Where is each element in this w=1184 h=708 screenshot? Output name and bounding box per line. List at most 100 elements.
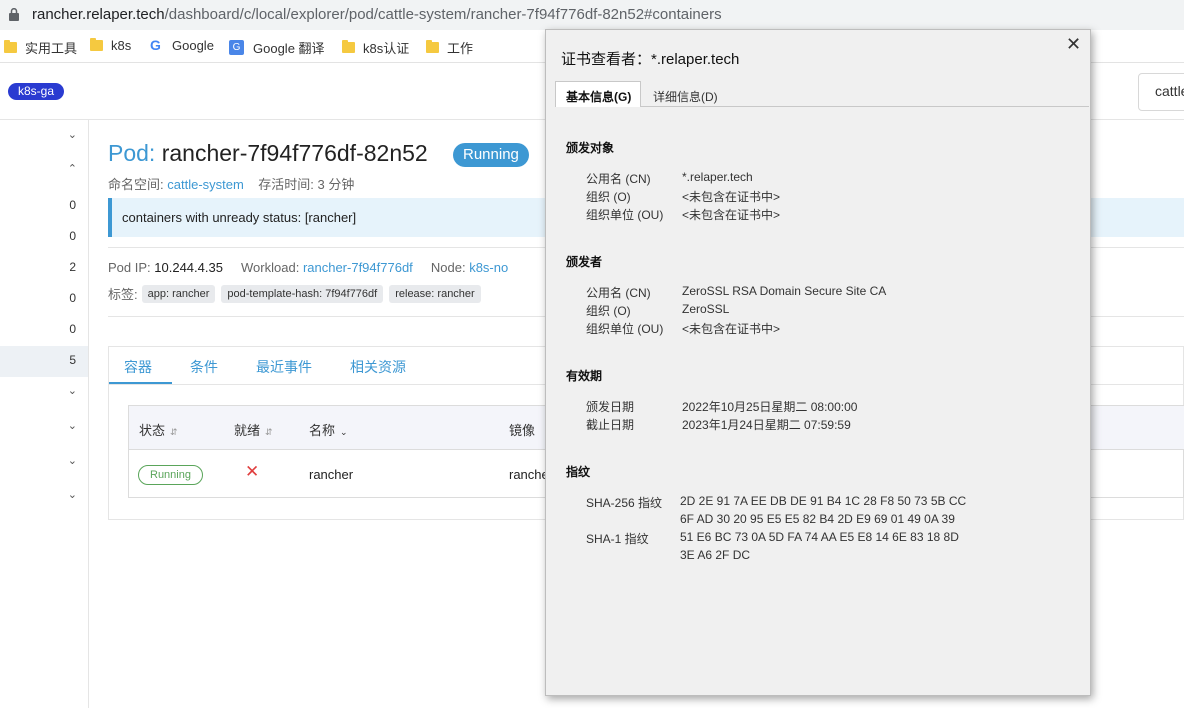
bookmark-label: Google — [172, 38, 214, 53]
column-header-status[interactable]: 状态 ⇵ — [139, 420, 178, 439]
divider — [641, 106, 1089, 107]
sidebar-item[interactable]: 0 — [0, 191, 88, 222]
field-value: 2023年1月24日星期二 07:59:59 — [682, 418, 851, 432]
bookmark-tools[interactable]: 实用工具 — [4, 38, 77, 57]
bookmark-google-translate[interactable]: G Google 翻译 — [229, 38, 325, 57]
chevron-down-icon: ⌄ — [67, 455, 77, 467]
pod-labels: 标签: app: rancher pod-template-hash: 7f94f7… — [108, 284, 487, 303]
page-title-prefix[interactable]: Pod: — [108, 140, 155, 166]
container-name: rancher — [309, 467, 354, 482]
label-chip: pod-template-hash: 7f94f776df — [221, 284, 384, 303]
field-value: 51 E6 BC 73 0A 5D FA 74 AA E5 E8 14 6E 8… — [680, 530, 959, 544]
sidebar-item[interactable]: 0 — [0, 284, 88, 315]
node-link[interactable]: k8s-no — [469, 260, 508, 275]
sidebar-group[interactable]: ⌄ — [0, 378, 88, 409]
sidebar-group[interactable]: ⌃ — [0, 156, 88, 187]
chevron-down-icon: ⌄ — [67, 129, 77, 141]
pod-meta: 命名空间: cattle-system 存活时间: 3 分钟 — [108, 174, 354, 193]
label-chip: app: rancher — [141, 284, 216, 303]
certificate-viewer-dialog — [545, 29, 1091, 696]
field-label: SHA-1 指纹 — [586, 532, 649, 546]
sidebar-item-active[interactable]: 5 — [0, 346, 88, 377]
sidebar-count: 2 — [69, 260, 76, 274]
ip-value: 10.244.4.35 — [154, 260, 223, 275]
folder-icon — [342, 40, 355, 53]
bookmark-label: 实用工具 — [25, 41, 78, 56]
fingerprint-heading: 指纹 — [566, 465, 591, 479]
field-label: 公用名 (CN) — [586, 286, 651, 300]
sidebar-item[interactable]: 0 — [0, 222, 88, 253]
field-value: <未包含在证书中> — [682, 322, 781, 336]
dialog-title: 证书查看者：*.relaper.tech — [561, 51, 740, 68]
folder-icon — [90, 38, 103, 51]
url-text[interactable]: rancher.relaper.tech/dashboard/c/local/e… — [32, 6, 722, 23]
chevron-up-icon: ⌃ — [67, 163, 77, 175]
bookmark-label: Google 翻译 — [253, 41, 325, 56]
bookmark-label: k8s — [111, 38, 132, 53]
sidebar-item[interactable]: 2 — [0, 253, 88, 284]
field-value: 2022年10月25日星期二 08:00:00 — [682, 400, 858, 414]
field-value: <未包含在证书中> — [682, 190, 781, 204]
sidebar-group[interactable]: ⌄ — [0, 448, 88, 479]
not-ready-icon: ✕ — [245, 462, 260, 481]
url-host: rancher.relaper.tech — [32, 6, 165, 23]
page-title: Pod: rancher-7f94f776df-82n52 — [108, 140, 428, 167]
column-header-ready[interactable]: 就绪 ⇵ — [234, 420, 273, 439]
tab-containers[interactable]: 容器 — [124, 357, 152, 377]
column-label: 名称 — [309, 423, 336, 438]
workload-link[interactable]: rancher-7f94f776df — [303, 260, 413, 275]
column-label: 就绪 — [234, 423, 261, 438]
sidebar-group[interactable]: ⌄ — [0, 482, 88, 513]
sort-down-icon: ⌄ — [340, 427, 348, 437]
close-icon[interactable]: ✕ — [1066, 34, 1081, 55]
subject-heading: 颁发对象 — [566, 141, 615, 155]
bookmark-label: 工作 — [447, 41, 474, 56]
tab-related-resources[interactable]: 相关资源 — [350, 357, 406, 377]
field-value: ZeroSSL — [682, 302, 730, 316]
tab-details[interactable]: 详细信息(D) — [653, 88, 718, 105]
chevron-down-icon: ⌄ — [67, 385, 77, 397]
field-label: 截止日期 — [586, 418, 635, 432]
tab-conditions[interactable]: 条件 — [190, 357, 218, 377]
labels-label: 标签: — [108, 287, 138, 302]
active-tab-indicator — [109, 382, 172, 384]
field-value: 6F AD 30 20 95 E5 E5 82 B4 2D E9 69 01 4… — [680, 512, 955, 526]
banner-text: containers with unready status: [rancher… — [122, 210, 357, 225]
tab-general-label: 基本信息(G) — [566, 90, 632, 104]
chevron-down-icon: ⌄ — [67, 489, 77, 501]
column-header-name[interactable]: 名称 ⌄ — [309, 420, 348, 439]
folder-icon — [426, 40, 439, 53]
field-label: 组织 (O) — [586, 304, 631, 318]
field-value: 3E A6 2F DC — [680, 548, 751, 562]
sidebar-count: 0 — [69, 291, 76, 305]
workload-label: Workload: — [241, 260, 300, 275]
url-path: /dashboard/c/local/explorer/pod/cattle-s… — [164, 6, 722, 23]
bookmark-k8s[interactable]: k8s — [90, 38, 131, 53]
tab-recent-events[interactable]: 最近事件 — [256, 357, 312, 377]
ip-label: Pod IP: — [108, 260, 151, 275]
namespace-link[interactable]: cattle-system — [167, 177, 244, 192]
sidebar-group[interactable]: ⌄ — [0, 413, 88, 444]
sidebar-group[interactable]: ⌄ — [0, 122, 88, 153]
sidebar-count: 5 — [69, 353, 76, 367]
field-label: SHA-256 指纹 — [586, 496, 663, 510]
namespace-label: 命名空间: — [108, 177, 164, 192]
folder-icon — [4, 40, 17, 53]
column-label: 镜像 — [509, 423, 536, 438]
status-badge: Running — [453, 143, 529, 167]
bookmark-work[interactable]: 工作 — [426, 38, 473, 57]
cluster-badge[interactable]: k8s-ga — [8, 83, 65, 100]
field-label: 组织单位 (OU) — [586, 208, 664, 222]
field-value: *.relaper.tech — [682, 170, 753, 184]
sidebar-count: 0 — [69, 229, 76, 243]
google-translate-icon: G — [229, 40, 244, 55]
google-icon: G — [150, 37, 161, 53]
bookmark-google[interactable]: G Google — [148, 37, 214, 54]
bookmark-k8s-cert[interactable]: k8s认证 — [342, 38, 409, 57]
pod-name: rancher-7f94f776df-82n52 — [161, 140, 428, 166]
label-chip: release: rancher — [389, 284, 481, 303]
field-value: ZeroSSL RSA Domain Secure Site CA — [682, 284, 887, 298]
sidebar-item[interactable]: 0 — [0, 315, 88, 346]
column-header-image[interactable]: 镜像 — [509, 420, 535, 439]
lock-icon[interactable] — [9, 8, 19, 21]
